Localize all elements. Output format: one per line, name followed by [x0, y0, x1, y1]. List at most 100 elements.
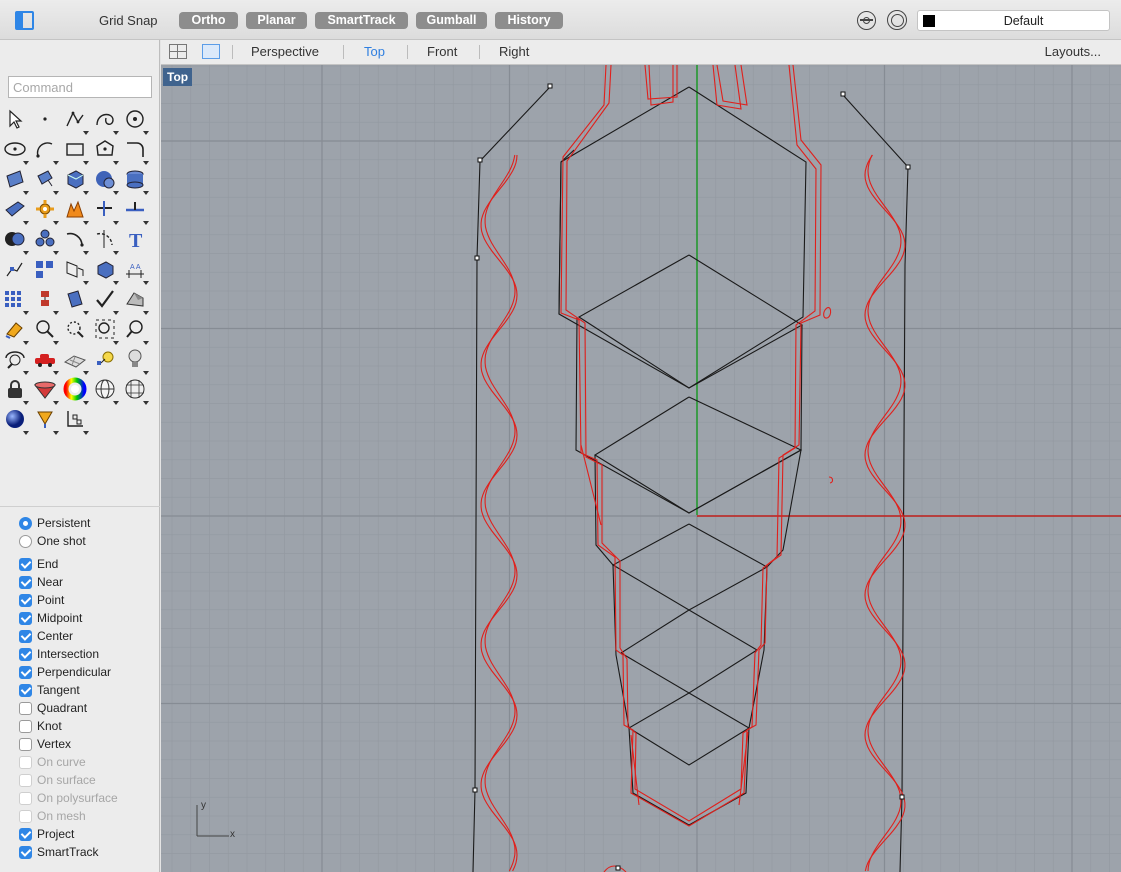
polygon-icon[interactable]: [92, 136, 119, 165]
shaded-sphere-icon[interactable]: [2, 406, 29, 435]
extrude-icon[interactable]: [32, 166, 59, 195]
zoom-window-icon[interactable]: [62, 316, 88, 342]
color-wheel-icon[interactable]: [62, 376, 89, 405]
solid-edit-icon[interactable]: [92, 256, 119, 285]
coordinate-icon[interactable]: [62, 406, 89, 435]
radio-button[interactable]: [19, 535, 32, 548]
checkbox[interactable]: [19, 666, 32, 679]
checkbox[interactable]: [19, 630, 32, 643]
grid-snap-toggle[interactable]: Grid Snap: [99, 13, 158, 28]
submenu-arrow-icon: [53, 371, 59, 375]
tab-front[interactable]: Front: [427, 44, 457, 59]
check-icon[interactable]: [92, 286, 119, 315]
command-input[interactable]: [8, 76, 152, 98]
group-icon[interactable]: [32, 226, 59, 255]
select-arrow-icon[interactable]: [2, 106, 28, 132]
render-icon[interactable]: [122, 286, 149, 315]
viewport-tabs: Perspective Top Front Right Layouts...: [161, 40, 1121, 65]
checkbox[interactable]: [19, 558, 32, 571]
target-icon[interactable]: [887, 10, 907, 30]
layer-select[interactable]: Default: [917, 10, 1110, 31]
material-icon[interactable]: [32, 376, 59, 405]
lock-icon[interactable]: [2, 376, 29, 405]
array-icon[interactable]: [32, 256, 58, 282]
arc-icon[interactable]: [32, 136, 59, 165]
point-icon[interactable]: [32, 106, 58, 132]
grid-icon[interactable]: [2, 286, 29, 315]
gear-icon[interactable]: [32, 196, 59, 225]
gumball-toggle[interactable]: Gumball: [416, 12, 487, 29]
transform-icon[interactable]: [62, 286, 89, 315]
osnap-icon[interactable]: [857, 11, 876, 30]
surface-icon[interactable]: [2, 166, 29, 195]
tab-perspective[interactable]: Perspective: [251, 44, 319, 59]
viewport-canvas[interactable]: y x: [161, 65, 1121, 872]
history-toggle[interactable]: History: [495, 12, 563, 29]
tab-divider: [232, 45, 233, 59]
checkbox[interactable]: [19, 684, 32, 697]
map-icon[interactable]: [62, 346, 89, 375]
paint-icon[interactable]: [2, 316, 29, 345]
checkbox[interactable]: [19, 612, 32, 625]
split-icon[interactable]: [122, 196, 149, 225]
sphere-icon[interactable]: [92, 166, 119, 195]
text-icon[interactable]: T: [122, 226, 148, 252]
checkbox[interactable]: [19, 846, 32, 859]
cylinder-icon[interactable]: [122, 166, 149, 195]
snap-icon[interactable]: [2, 256, 28, 282]
mirror-icon[interactable]: [92, 226, 119, 255]
ortho-toggle[interactable]: Ortho: [179, 12, 238, 29]
checkbox[interactable]: [19, 738, 32, 751]
smarttrack-toggle[interactable]: SmartTrack: [315, 12, 408, 29]
submenu-arrow-icon: [143, 131, 149, 135]
pencil-icon[interactable]: [32, 406, 59, 435]
axis-x-label: x: [230, 829, 235, 840]
four-view-layout-icon[interactable]: [169, 44, 187, 59]
rotate-view-icon[interactable]: [2, 346, 29, 375]
option-label: Project: [37, 827, 75, 841]
checkbox[interactable]: [19, 576, 32, 589]
box-icon[interactable]: [62, 166, 89, 195]
trim-icon[interactable]: [92, 196, 119, 225]
tab-top[interactable]: Top: [364, 44, 385, 59]
checkbox[interactable]: [19, 648, 32, 661]
explode-icon[interactable]: [62, 196, 89, 225]
planar-toggle[interactable]: Planar: [246, 12, 307, 29]
layer-icon[interactable]: [32, 286, 59, 315]
globe-grid-icon[interactable]: [122, 376, 149, 405]
zoom-icon[interactable]: [32, 316, 59, 345]
car-icon[interactable]: [32, 346, 59, 375]
tab-right[interactable]: Right: [499, 44, 529, 59]
curve-fillet-icon[interactable]: [122, 136, 149, 165]
ellipse-icon[interactable]: [2, 136, 29, 165]
radio-button[interactable]: [19, 517, 32, 530]
scale-icon[interactable]: [62, 256, 89, 285]
circle-icon[interactable]: [122, 106, 149, 135]
rectangle-icon[interactable]: [62, 136, 89, 165]
zoom-extents-icon[interactable]: [92, 316, 119, 345]
viewport-label[interactable]: Top: [163, 68, 193, 86]
bulb-icon[interactable]: [122, 346, 149, 375]
checkbox[interactable]: [19, 594, 32, 607]
single-view-layout-icon[interactable]: [202, 44, 220, 59]
checkbox[interactable]: [19, 702, 32, 715]
light-icon[interactable]: [92, 346, 118, 372]
submenu-arrow-icon: [83, 251, 89, 255]
rotate-icon[interactable]: [62, 226, 89, 255]
checkbox[interactable]: [19, 828, 32, 841]
sphere-wire-icon[interactable]: [92, 376, 119, 405]
control-points[interactable]: [472, 83, 911, 871]
layouts-button[interactable]: Layouts...: [1045, 44, 1101, 59]
boolean-icon[interactable]: [2, 226, 29, 255]
top-viewport[interactable]: y x Top: [161, 65, 1121, 872]
plane-surface-icon[interactable]: [2, 196, 29, 225]
submenu-arrow-icon: [113, 251, 119, 255]
zoom-magnifier-icon[interactable]: [122, 316, 149, 345]
submenu-arrow-icon: [53, 221, 59, 225]
dimension-icon[interactable]: A A: [122, 256, 149, 285]
checkbox[interactable]: [19, 720, 32, 733]
polyline-icon[interactable]: [62, 106, 89, 135]
curve-icon[interactable]: [92, 106, 119, 135]
submenu-arrow-icon: [143, 341, 149, 345]
sidebar-toggle-icon[interactable]: [15, 11, 34, 30]
